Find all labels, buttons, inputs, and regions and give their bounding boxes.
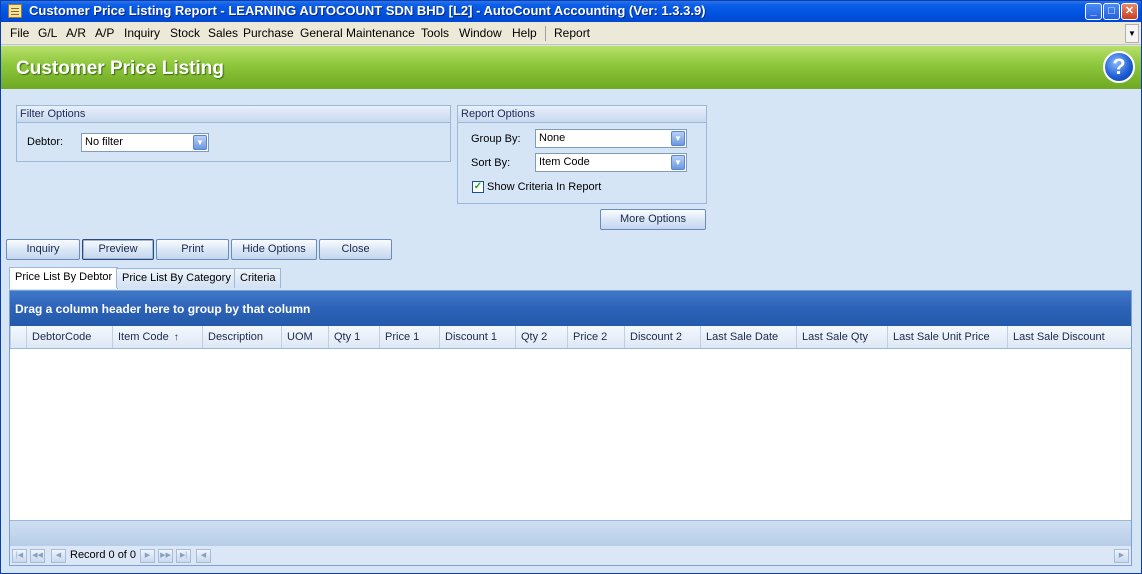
next-page-icon[interactable]: ▶▶ [158, 549, 173, 563]
preview-button[interactable]: Preview [82, 239, 154, 260]
group-by-hint: Drag a column header here to group by th… [15, 302, 311, 316]
page-title: Customer Price Listing [16, 58, 224, 79]
close-button[interactable]: Close [319, 239, 392, 260]
row-indicator-header [10, 326, 26, 348]
col-header-qty-1[interactable]: Qty 1 [328, 326, 379, 348]
report-options-group: Report Options Group By: None ▼ Sort By:… [457, 105, 707, 204]
hide-options-button[interactable]: Hide Options [231, 239, 317, 260]
show-criteria-label: Show Criteria In Report [487, 181, 602, 193]
col-header-last-sale-unit-price[interactable]: Last Sale Unit Price [887, 326, 1007, 348]
sort-by-label: Sort By: [471, 157, 511, 169]
col-header-description[interactable]: Description [202, 326, 281, 348]
menu-tools[interactable]: Tools [421, 26, 449, 40]
menu-gl[interactable]: G/L [38, 26, 57, 40]
col-header-discount-2[interactable]: Discount 2 [624, 326, 700, 348]
debtor-label: Debtor: [27, 136, 64, 148]
menu-help[interactable]: Help [512, 26, 537, 40]
group-by-label: Group By: [471, 133, 521, 145]
menu-file[interactable]: File [10, 26, 29, 40]
menu-separator [545, 26, 546, 41]
col-header-qty-2[interactable]: Qty 2 [515, 326, 567, 348]
next-record-icon[interactable]: ▶ [140, 549, 155, 563]
filter-options-group: Filter Options Debtor: No filter ▼ [16, 105, 451, 162]
column-header-row: DebtorCode Item Code ↑ Description UOM Qt… [10, 326, 1131, 349]
tab-price-list-by-category[interactable]: Price List By Category [116, 268, 237, 288]
menu-bar: File G/L A/R A/P Inquiry Stock Sales Pur… [1, 22, 1141, 45]
record-navigator: |◀ ◀◀ ◀ Record 0 of 0 ▶ ▶▶ ▶| ◀ ▶ [10, 545, 1131, 565]
col-header-last-sale-date[interactable]: Last Sale Date [700, 326, 796, 348]
sort-by-select[interactable]: Item Code ▼ [535, 153, 687, 172]
chevron-down-icon[interactable]: ▼ [671, 155, 685, 170]
menu-ar[interactable]: A/R [66, 26, 86, 40]
debtor-filter-value: No filter [85, 136, 123, 148]
price-list-grid[interactable]: Drag a column header here to group by th… [9, 290, 1132, 566]
prev-page-icon[interactable]: ◀◀ [30, 549, 45, 563]
scroll-left-icon[interactable]: ◀ [196, 549, 211, 563]
col-header-last-sale-discount[interactable]: Last Sale Discount [1007, 326, 1131, 348]
col-header-uom[interactable]: UOM [281, 326, 328, 348]
scroll-right-icon[interactable]: ▶ [1114, 549, 1129, 563]
page-header: Customer Price Listing ? [1, 46, 1141, 89]
minimize-button[interactable]: _ [1085, 3, 1102, 20]
record-count: Record 0 of 0 [70, 549, 137, 561]
menu-ap[interactable]: A/P [95, 26, 114, 40]
title-bar[interactable]: Customer Price Listing Report - LEARNING… [1, 1, 1141, 22]
inquiry-button[interactable]: Inquiry [6, 239, 80, 260]
menu-report[interactable]: Report [554, 26, 590, 40]
first-record-icon[interactable]: |◀ [12, 549, 27, 563]
menu-scroll-down-icon[interactable]: ▼ [1125, 24, 1139, 43]
menu-sales[interactable]: Sales [208, 26, 238, 40]
menu-inquiry[interactable]: Inquiry [124, 26, 160, 40]
grid-footer [10, 520, 1131, 545]
menu-general-maintenance[interactable]: General Maintenance [300, 26, 415, 40]
help-icon[interactable]: ? [1103, 51, 1135, 83]
col-header-price-2[interactable]: Price 2 [567, 326, 624, 348]
chevron-down-icon[interactable]: ▼ [671, 131, 685, 146]
debtor-filter-select[interactable]: No filter ▼ [81, 133, 209, 152]
close-window-button[interactable]: ✕ [1121, 3, 1138, 20]
tab-price-list-by-debtor[interactable]: Price List By Debtor [9, 267, 119, 289]
sort-by-value: Item Code [539, 156, 590, 168]
last-record-icon[interactable]: ▶| [176, 549, 191, 563]
group-by-panel[interactable]: Drag a column header here to group by th… [10, 291, 1131, 326]
show-criteria-checkbox[interactable]: ✓ [472, 181, 484, 193]
menu-window[interactable]: Window [459, 26, 502, 40]
prev-record-icon[interactable]: ◀ [51, 549, 66, 563]
window-title: Customer Price Listing Report - LEARNING… [29, 3, 706, 18]
tab-criteria[interactable]: Criteria [234, 268, 282, 288]
report-options-title: Report Options [458, 106, 706, 123]
col-header-price-1[interactable]: Price 1 [379, 326, 439, 348]
chevron-down-icon[interactable]: ▼ [193, 135, 207, 150]
col-header-discount-1[interactable]: Discount 1 [439, 326, 515, 348]
filter-options-title: Filter Options [17, 106, 450, 123]
menu-purchase[interactable]: Purchase [243, 26, 294, 40]
col-header-item-code[interactable]: Item Code ↑ [112, 326, 202, 348]
menu-stock[interactable]: Stock [170, 26, 200, 40]
app-window: Customer Price Listing Report - LEARNING… [0, 0, 1142, 574]
col-header-last-sale-qty[interactable]: Last Sale Qty [796, 326, 887, 348]
col-header-debtorcode[interactable]: DebtorCode [26, 326, 112, 348]
col-header-item-code-label: Item Code [118, 331, 169, 343]
maximize-button[interactable]: □ [1103, 3, 1120, 20]
sort-ascending-icon: ↑ [173, 332, 179, 343]
print-button[interactable]: Print [156, 239, 229, 260]
group-by-value: None [539, 132, 566, 144]
app-document-icon [8, 4, 22, 18]
more-options-button[interactable]: More Options [600, 209, 706, 230]
group-by-select[interactable]: None ▼ [535, 129, 687, 148]
